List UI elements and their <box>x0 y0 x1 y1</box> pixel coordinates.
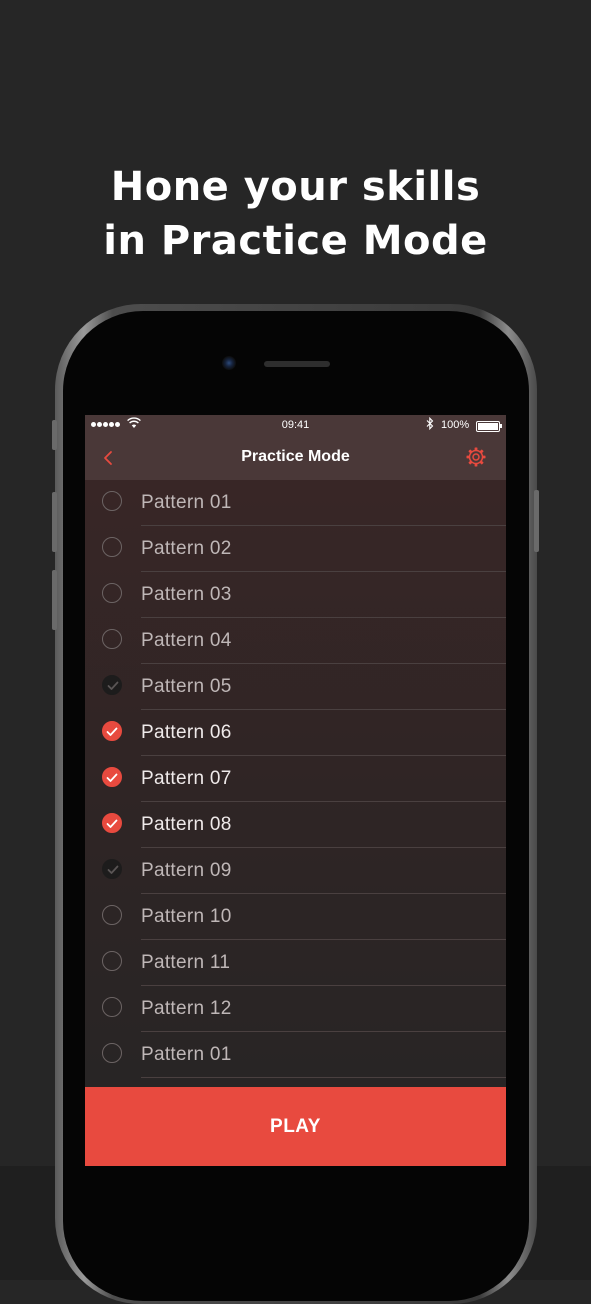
pattern-row[interactable]: Pattern 01 <box>85 1032 506 1078</box>
pattern-row[interactable]: Pattern 07 <box>85 756 506 802</box>
pattern-label: Pattern 01 <box>141 492 232 513</box>
battery-percentage: 100% <box>441 419 470 431</box>
pattern-label: Pattern 10 <box>141 906 232 927</box>
pattern-label: Pattern 01 <box>141 1044 232 1065</box>
checkmark-icon[interactable] <box>102 721 122 741</box>
checkmark-icon[interactable] <box>102 767 122 787</box>
earpiece-speaker <box>264 361 330 367</box>
radio-unchecked-icon[interactable] <box>102 951 122 971</box>
bluetooth-icon <box>426 417 434 430</box>
pattern-label: Pattern 07 <box>141 768 232 789</box>
pattern-label: Pattern 05 <box>141 676 232 697</box>
pattern-row[interactable]: Pattern 04 <box>85 618 506 664</box>
pattern-row[interactable]: Pattern 12 <box>85 986 506 1032</box>
pattern-row[interactable]: Pattern 02 <box>85 526 506 572</box>
pattern-label: Pattern 09 <box>141 860 232 881</box>
pattern-label: Pattern 11 <box>141 952 231 973</box>
play-button[interactable]: PLAY <box>85 1087 506 1166</box>
front-camera <box>222 356 236 370</box>
pattern-label: Pattern 06 <box>141 722 232 743</box>
radio-unchecked-icon[interactable] <box>102 583 122 603</box>
headline-line-2: in Practice Mode <box>103 218 488 264</box>
pattern-label: Pattern 08 <box>141 814 232 835</box>
checkmark-icon[interactable] <box>102 813 122 833</box>
checkmark-icon[interactable] <box>102 675 122 695</box>
radio-unchecked-icon[interactable] <box>102 491 122 511</box>
volume-down-button <box>52 570 57 630</box>
pattern-row[interactable]: Pattern 06 <box>85 710 506 756</box>
volume-up-button <box>52 492 57 552</box>
pattern-row[interactable]: Pattern 01 <box>85 480 506 526</box>
pattern-row[interactable]: Pattern 11 <box>85 940 506 986</box>
navigation-bar: Practice Mode <box>85 435 506 480</box>
pattern-label: Pattern 12 <box>141 998 232 1019</box>
pattern-list: Pattern 01 Pattern 02 Pattern 03 Pattern 04… <box>85 480 506 1078</box>
power-button <box>534 490 539 552</box>
pattern-row[interactable]: Pattern 03 <box>85 572 506 618</box>
pattern-row[interactable]: Pattern 09 <box>85 848 506 894</box>
radio-unchecked-icon[interactable] <box>102 537 122 557</box>
radio-unchecked-icon[interactable] <box>102 905 122 925</box>
pattern-row[interactable]: Pattern 10 <box>85 894 506 940</box>
battery-icon <box>476 421 502 432</box>
page-title: Practice Mode <box>241 448 350 465</box>
radio-unchecked-icon[interactable] <box>102 1043 122 1063</box>
radio-unchecked-icon[interactable] <box>102 997 122 1017</box>
pattern-row[interactable]: Pattern 05 <box>85 664 506 710</box>
pattern-label: Pattern 02 <box>141 538 232 559</box>
phone-screen: 09:41 100% Practice Mode Pattern 01 Patt… <box>85 415 506 1166</box>
pattern-label: Pattern 03 <box>141 584 232 605</box>
checkmark-icon[interactable] <box>102 859 122 879</box>
status-bar: 09:41 100% <box>85 415 506 435</box>
headline-line-1: Hone your skills <box>110 164 481 210</box>
mute-switch <box>52 420 57 450</box>
pattern-row[interactable]: Pattern 08 <box>85 802 506 848</box>
headline: Hone your skills in Practice Mode <box>0 160 591 268</box>
gear-icon[interactable] <box>465 446 487 468</box>
pattern-label: Pattern 04 <box>141 630 232 651</box>
radio-unchecked-icon[interactable] <box>102 629 122 649</box>
